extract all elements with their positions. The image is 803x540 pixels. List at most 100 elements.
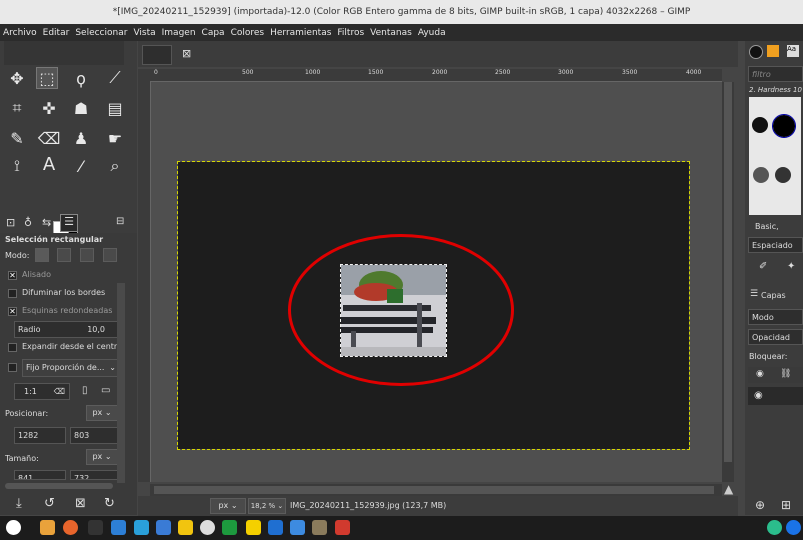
new-layer-icon[interactable]: ⊕: [755, 498, 765, 512]
vscode-icon[interactable]: [268, 520, 283, 535]
transform-tool-icon[interactable]: ✜: [38, 97, 60, 119]
crop-tool-icon[interactable]: ⌗: [6, 97, 28, 119]
chrome-icon[interactable]: [111, 520, 126, 535]
brush-grid[interactable]: [749, 97, 801, 215]
fixed-checkbox[interactable]: [8, 363, 17, 372]
ratio-field[interactable]: 1:1 ⌫: [14, 383, 70, 400]
restore-preset-icon[interactable]: ↺: [44, 496, 55, 511]
color-picker-tool-icon[interactable]: ⁄: [70, 155, 92, 177]
files-icon[interactable]: [40, 520, 55, 535]
quick-mask-toggle[interactable]: [138, 69, 150, 81]
images-tab-icon[interactable]: ☰: [60, 214, 78, 232]
position-y-field[interactable]: 803: [70, 427, 118, 444]
visibility-icon[interactable]: ◉: [756, 369, 764, 379]
brush-preview[interactable]: [753, 167, 769, 183]
dock-separator[interactable]: [738, 41, 745, 515]
menu-icon[interactable]: [6, 520, 21, 535]
telegram-icon[interactable]: [134, 520, 149, 535]
clear-icon[interactable]: ⌫: [54, 384, 65, 399]
vertical-scrollbar[interactable]: [722, 82, 734, 482]
lasso-tool-icon[interactable]: ϙ: [70, 67, 92, 89]
rect-select-tool-icon[interactable]: ⬚: [36, 67, 58, 89]
text-tool-icon[interactable]: A: [38, 153, 60, 175]
unit-select[interactable]: px ⌄: [210, 498, 246, 514]
paintbrush-tool-icon[interactable]: ✎: [6, 127, 28, 149]
update-icon[interactable]: [767, 520, 782, 535]
close-tab-icon[interactable]: ⊠: [182, 47, 191, 60]
antialias-checkbox[interactable]: ✕: [8, 271, 17, 280]
menu-capa[interactable]: Capa: [199, 28, 228, 38]
layer-row[interactable]: ◉: [748, 387, 803, 405]
expand-center-checkbox[interactable]: [8, 343, 17, 352]
position-x-field[interactable]: 1282: [14, 427, 66, 444]
brushes-tab-icon[interactable]: [749, 45, 763, 59]
chain-icon[interactable]: ⛓: [780, 369, 791, 379]
gradient-tool-icon[interactable]: ▤: [104, 97, 126, 119]
brush-preview[interactable]: [752, 117, 768, 133]
brush-preview[interactable]: [775, 167, 791, 183]
clone-tool-icon[interactable]: ♟: [70, 127, 92, 149]
mode-intersect-button[interactable]: [103, 248, 117, 262]
tool-options-vscroll[interactable]: [117, 283, 125, 483]
vertical-scroll-thumb[interactable]: [724, 82, 732, 462]
network-icon[interactable]: [786, 520, 801, 535]
layer-mode-select[interactable]: Modo: [748, 309, 803, 325]
tool-options-tab-icon[interactable]: ⊡: [6, 216, 15, 229]
menu-colores[interactable]: Colores: [228, 28, 268, 38]
menu-imagen[interactable]: Imagen: [159, 28, 199, 38]
undo-history-tab-icon[interactable]: ⇆: [42, 216, 51, 229]
app-icon[interactable]: [335, 520, 350, 535]
mode-add-button[interactable]: [57, 248, 71, 262]
layers-tab-label[interactable]: Capas: [761, 291, 786, 300]
device-status-tab-icon[interactable]: ♁: [24, 216, 32, 229]
size-unit-select[interactable]: px ⌄: [86, 449, 118, 465]
photos-icon[interactable]: [290, 520, 305, 535]
size-w-field[interactable]: 841: [14, 470, 66, 480]
menu-archivo[interactable]: Archivo: [0, 28, 40, 38]
tool-options-scrollbar[interactable]: [5, 483, 113, 489]
facebook-icon[interactable]: [156, 520, 171, 535]
feather-checkbox[interactable]: [8, 289, 17, 298]
patterns-tab-icon[interactable]: [767, 45, 779, 57]
fixed-dropdown[interactable]: Fijo Proporción de... ⌄: [22, 359, 120, 377]
configure-tab-icon[interactable]: ⊟: [116, 216, 124, 227]
github-icon[interactable]: [200, 520, 215, 535]
menu-herramientas[interactable]: Herramientas: [267, 28, 334, 38]
mode-subtract-button[interactable]: [80, 248, 94, 262]
reset-icon[interactable]: ↻: [104, 496, 115, 511]
delete-preset-icon[interactable]: ⊠: [75, 496, 86, 511]
eraser-tool-icon[interactable]: ⌫: [38, 127, 61, 149]
image-tab-thumbnail[interactable]: [142, 45, 172, 65]
horizontal-scroll-thumb[interactable]: [154, 486, 714, 494]
new-layer-group-icon[interactable]: ⊞: [781, 498, 791, 512]
edit-brush-icon[interactable]: ✐: [759, 261, 767, 272]
menu-vista[interactable]: Vista: [130, 28, 158, 38]
layer-visibility-icon[interactable]: ◉: [754, 390, 763, 401]
emoji-icon[interactable]: [178, 520, 193, 535]
fuzzy-select-tool-icon[interactable]: ⟋: [104, 67, 126, 89]
warp-tool-icon[interactable]: ☗: [70, 97, 92, 119]
opacity-field[interactable]: Opacidad: [748, 329, 803, 345]
new-brush-icon[interactable]: ✦: [787, 261, 795, 272]
gimp-icon[interactable]: [312, 520, 327, 535]
menu-filtros[interactable]: Filtros: [334, 28, 367, 38]
horizontal-scrollbar[interactable]: [150, 484, 722, 496]
monitor-icon[interactable]: [222, 520, 237, 535]
spacing-field[interactable]: Espaciado: [748, 237, 803, 253]
brush-filter-input[interactable]: filtro: [748, 66, 803, 82]
menu-seleccionar[interactable]: Seleccionar: [72, 28, 130, 38]
firefox-icon[interactable]: [63, 520, 78, 535]
size-h-field[interactable]: 732: [70, 470, 118, 480]
layers-tab-icon[interactable]: ☰: [750, 289, 758, 299]
terminal-icon[interactable]: [88, 520, 103, 535]
move-tool-icon[interactable]: ✥: [6, 67, 28, 89]
mode-replace-button[interactable]: [35, 248, 49, 262]
notes-icon[interactable]: [246, 520, 261, 535]
save-preset-icon[interactable]: ⤓: [16, 496, 22, 511]
paths-tool-icon[interactable]: ⟟: [6, 155, 28, 177]
position-unit-select[interactable]: px ⌄: [86, 405, 118, 421]
menu-ayuda[interactable]: Ayuda: [415, 28, 449, 38]
navigate-icon[interactable]: ▲: [724, 482, 733, 496]
rounded-corners-checkbox[interactable]: ✕: [8, 307, 17, 316]
landscape-icon[interactable]: ▭: [101, 385, 110, 396]
